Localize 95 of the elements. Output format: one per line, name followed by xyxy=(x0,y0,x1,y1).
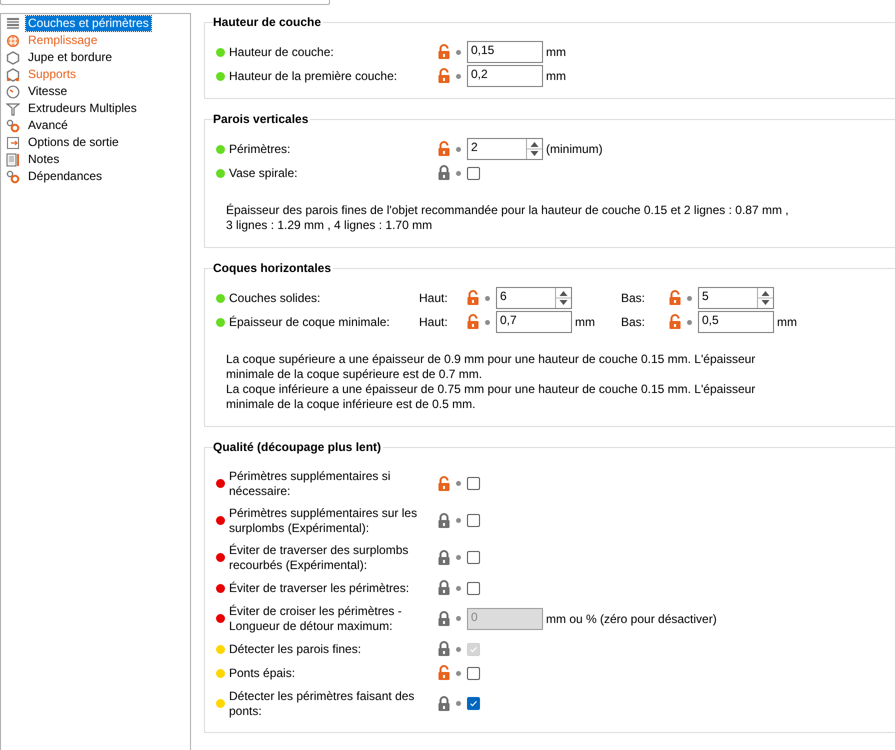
infill-icon xyxy=(6,34,20,48)
unit-label: mm xyxy=(546,69,566,83)
sidebar-item[interactable]: Couches et périmètres xyxy=(26,16,151,31)
unit-label: mm xyxy=(777,315,797,329)
setting-label: Éviter de croiser les périmètres - Longueur de détour maximum: xyxy=(229,604,403,634)
setting-label: Éviter de traverser les périmètres: xyxy=(229,580,410,596)
funnel-icon xyxy=(6,102,20,116)
lock-icon[interactable] xyxy=(437,550,451,566)
sidebar-item[interactable]: Vitesse xyxy=(26,84,70,99)
reset-dot-icon[interactable] xyxy=(456,646,461,652)
reset-dot-icon[interactable] xyxy=(456,481,461,486)
reset-dot-icon[interactable] xyxy=(687,320,692,324)
setting-label: Vase spirale: xyxy=(229,166,298,180)
layers-icon xyxy=(6,16,20,30)
info-text: Épaisseur des parois fines de l'objet recommandée pour la hauteur de couche 0.15 et 2 lignes : 0.87 mm , 3 lignes : 1.29 mm , 4 lignes : 1.70 mm xyxy=(226,203,790,233)
hexagon-icon xyxy=(6,50,20,64)
setting-label: Détecter les parois fines: xyxy=(229,642,362,656)
setting-label: Périmètres supplémentaires sur les surplombs (Expérimental): xyxy=(229,506,418,536)
lock-icon[interactable] xyxy=(437,696,451,712)
reset-dot-icon[interactable] xyxy=(485,320,490,324)
setting-label: Couches solides: xyxy=(229,290,322,306)
gears-icon xyxy=(6,118,20,132)
sidebar-item[interactable]: Notes xyxy=(26,152,62,167)
reset-dot-icon[interactable] xyxy=(456,670,461,676)
input-field[interactable]: 0,2 xyxy=(467,65,543,87)
field-prefix: Haut: xyxy=(419,291,448,305)
unit-label: (minimum) xyxy=(546,142,603,156)
group-title: Qualité (découpage plus lent) xyxy=(213,440,384,455)
unlocked-lock-icon[interactable] xyxy=(437,68,451,84)
unlocked-lock-icon[interactable] xyxy=(466,290,480,306)
field-prefix: Haut: xyxy=(419,315,448,329)
spin-arrows-icon[interactable] xyxy=(757,288,773,308)
checkbox[interactable] xyxy=(467,477,480,490)
sidebar-item[interactable]: Jupe et bordure xyxy=(26,50,114,65)
spin-field[interactable]: 5 xyxy=(698,287,774,309)
setting-label: Éviter de traverser des surplombs recourbés (Expérimental): xyxy=(229,542,410,572)
reset-dot-icon[interactable] xyxy=(456,701,461,706)
unit-label: mm xyxy=(546,45,566,59)
lock-icon[interactable] xyxy=(437,580,451,596)
info-text: La coque supérieure a une épaisseur de 0.9 mm pour une hauteur de couche 0.15 mm. L'épaisseur minimale de la coque supérieure est de 0.7 mm. xyxy=(226,352,756,382)
reset-dot-icon[interactable] xyxy=(456,170,461,176)
reset-dot-icon[interactable] xyxy=(456,586,461,590)
unlocked-lock-icon[interactable] xyxy=(668,290,682,306)
lock-icon[interactable] xyxy=(437,165,451,181)
input-field[interactable]: 0,7 xyxy=(496,311,572,333)
sidebar-item[interactable]: Dépendances xyxy=(26,169,104,184)
unlocked-lock-icon[interactable] xyxy=(668,314,682,330)
unit-label: mm ou % (zéro pour désactiver) xyxy=(546,612,717,626)
input-field[interactable]: 0,5 xyxy=(698,311,774,333)
group-title: Coques horizontales xyxy=(213,261,334,276)
reset-dot-icon[interactable] xyxy=(456,74,461,78)
reset-dot-icon[interactable] xyxy=(456,518,461,523)
preset-dropdown[interactable] xyxy=(0,0,330,5)
info-text: La coque inférieure a une épaisseur de 0.75 mm pour une hauteur de couche 0.15 mm. L'épaisseur minimale de la coque inférieure est de 0.5 mm. xyxy=(226,382,756,412)
unlocked-lock-icon[interactable] xyxy=(437,476,451,492)
unlocked-lock-icon[interactable] xyxy=(437,44,451,60)
setting-label: Épaisseur de coque minimale: xyxy=(229,314,391,330)
checkbox[interactable] xyxy=(467,582,480,594)
spin-field[interactable]: 2 xyxy=(467,138,543,160)
unlocked-lock-icon[interactable] xyxy=(437,665,451,681)
unlocked-lock-icon[interactable] xyxy=(466,314,480,330)
checkbox[interactable] xyxy=(467,514,480,527)
checkbox[interactable] xyxy=(467,666,480,680)
reset-dot-icon[interactable] xyxy=(687,296,692,300)
notes-icon xyxy=(6,152,20,166)
reset-dot-icon[interactable] xyxy=(485,296,490,300)
reset-dot-icon[interactable] xyxy=(456,146,461,152)
setting-label: Périmètres supplémentaires si nécessaire: xyxy=(229,468,392,498)
gauge-icon xyxy=(6,84,20,98)
spin-arrows-icon[interactable] xyxy=(526,139,542,159)
setting-label: Détecter les périmètres faisant des ponts: xyxy=(229,688,416,718)
gears-icon xyxy=(6,170,20,184)
reset-dot-icon[interactable] xyxy=(456,555,461,560)
checkbox[interactable] xyxy=(467,697,480,710)
field-prefix: Bas: xyxy=(621,315,646,329)
checkbox[interactable] xyxy=(467,166,480,180)
reset-dot-icon[interactable] xyxy=(456,616,461,621)
sidebar-item[interactable]: Extrudeurs Multiples xyxy=(26,101,139,116)
input-field[interactable]: 0,15 xyxy=(467,41,543,63)
export-icon xyxy=(6,136,20,150)
reset-dot-icon[interactable] xyxy=(456,50,461,54)
unit-label: mm xyxy=(575,315,595,329)
sidebar-item[interactable]: Avancé xyxy=(26,118,70,133)
setting-label: Ponts épais: xyxy=(229,666,296,680)
setting-label: Hauteur de couche: xyxy=(229,44,335,60)
checkbox[interactable] xyxy=(467,551,480,564)
sidebar-item[interactable]: Options de sortie xyxy=(26,135,121,150)
field-prefix: Bas: xyxy=(621,291,646,305)
unlocked-lock-icon[interactable] xyxy=(437,141,451,157)
spin-arrows-icon[interactable] xyxy=(555,288,571,308)
support-icon xyxy=(6,68,20,82)
setting-label: Hauteur de la première couche: xyxy=(229,68,398,84)
lock-icon[interactable] xyxy=(437,512,451,528)
setting-label: Périmètres: xyxy=(229,142,292,156)
spin-field[interactable]: 6 xyxy=(496,287,572,309)
